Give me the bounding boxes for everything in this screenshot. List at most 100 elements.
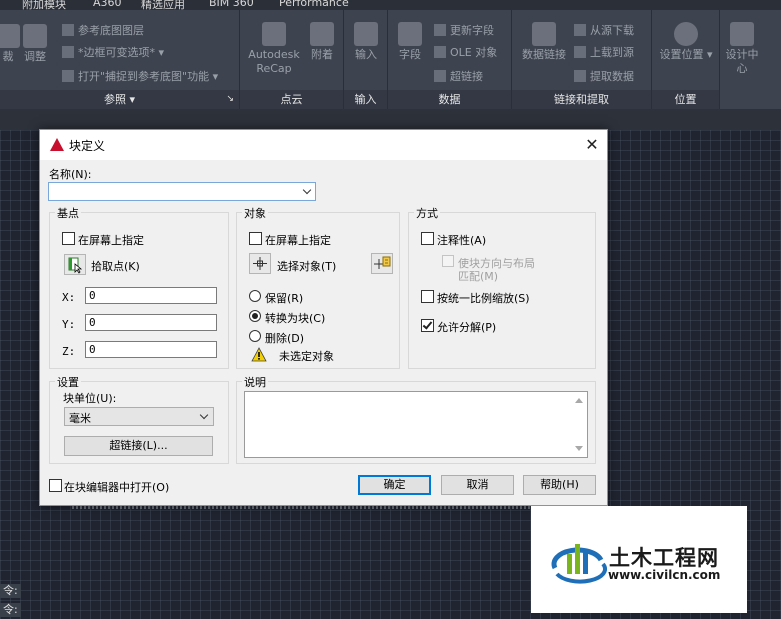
objects-group: 对象 在屏幕上指定 选择对象(T) 保留(R) 转换为块(C) 删除(D) 未选…	[236, 205, 400, 369]
dialog-title: 块定义	[69, 139, 106, 153]
delete-label: 删除(D)	[265, 332, 305, 345]
convert-to-block-radio[interactable]	[249, 310, 261, 322]
z-coordinate-input[interactable]: 0	[85, 341, 217, 358]
menu-item-a360[interactable]: A360	[93, 0, 122, 9]
attach-icon	[310, 22, 334, 46]
watermark-url: www.civilcn.com	[608, 568, 721, 582]
objects-specify-on-screen-checkbox[interactable]	[249, 232, 262, 245]
convert-to-block-label: 转换为块(C)	[265, 312, 326, 325]
ribbon-hyperlink[interactable]: 超链接	[434, 68, 483, 84]
recap-icon	[262, 22, 286, 46]
base-point-title: 基点	[55, 205, 81, 221]
ribbon-panel-location: 设置位置 ▾ 位置	[652, 10, 720, 109]
ribbon-data-link-button[interactable]: 数据链接	[516, 22, 572, 62]
adjust-icon	[23, 24, 47, 48]
ribbon-panel-title-location[interactable]: 位置	[652, 90, 719, 109]
description-group: 说明	[236, 374, 596, 464]
no-objects-selected-warning: 未选定对象	[279, 350, 334, 363]
ribbon-snap-underlay[interactable]: 打开"捕捉到参考底图"功能 ▾	[62, 68, 218, 84]
ok-button[interactable]: 确定	[358, 475, 431, 495]
objects-title: 对象	[242, 205, 268, 221]
pick-point-button[interactable]	[64, 254, 86, 275]
dialog-titlebar[interactable]: 块定义 ✕	[40, 130, 607, 160]
chevron-down-icon[interactable]	[199, 410, 209, 420]
ribbon-upload-source[interactable]: 上载到源	[574, 44, 634, 60]
ribbon-field-button[interactable]: 字段	[390, 22, 430, 62]
ribbon-adjust-button[interactable]: 调整	[15, 24, 55, 64]
ribbon: 裁 调整 参考底图图层 *边框可变选项* ▾ 打开"捕捉到参考底图"功能 ▾ 参…	[0, 10, 781, 109]
scroll-down-icon[interactable]	[575, 446, 583, 451]
ribbon-recap-button[interactable]: Autodesk ReCap	[244, 22, 304, 76]
ribbon-panel-title-reference[interactable]: 参照 ▾ ↘	[0, 90, 239, 109]
menu-item-performance[interactable]: Performance	[279, 0, 349, 9]
scroll-up-icon[interactable]	[575, 398, 583, 403]
frame-icon	[62, 46, 74, 58]
x-coordinate-input[interactable]: 0	[85, 287, 217, 304]
command-history-line: 令:	[0, 584, 21, 598]
description-title: 说明	[242, 374, 268, 390]
select-objects-button[interactable]	[249, 253, 271, 274]
download-icon	[574, 24, 586, 36]
autocad-logo-icon	[50, 138, 64, 151]
block-definition-dialog: 块定义 ✕ 名称(N): 基点 在屏幕上指定 拾取点(K) X: 0 Y: 0 …	[39, 129, 608, 506]
retain-label: 保留(R)	[265, 292, 304, 305]
radio-selected-dot	[252, 313, 258, 319]
checkmark-icon	[422, 319, 433, 330]
ribbon-ole-object[interactable]: OLE 对象	[434, 44, 497, 60]
menu-bar: 附加模块 A360 精选应用 BIM 360 Performance	[0, 0, 781, 10]
ribbon-panel-import: 输入 输入	[344, 10, 388, 109]
data-link-icon	[532, 22, 556, 46]
ribbon-panel-palettes: 设计中心	[720, 10, 781, 109]
import-icon	[354, 22, 378, 46]
x-label: X:	[62, 291, 76, 304]
ribbon-panel-title-link-extract[interactable]: 链接和提取	[512, 90, 651, 109]
globe-icon	[674, 22, 698, 46]
close-icon[interactable]: ✕	[582, 135, 602, 155]
field-icon	[398, 22, 422, 46]
menu-item-bim360[interactable]: BIM 360	[209, 0, 254, 9]
scale-uniformly-label: 按统一比例缩放(S)	[437, 292, 530, 305]
pick-point-label: 拾取点(K)	[91, 260, 140, 273]
delete-radio[interactable]	[249, 330, 261, 342]
name-combobox[interactable]	[48, 182, 316, 201]
base-specify-on-screen-checkbox[interactable]	[62, 232, 75, 245]
menu-item-featured-apps[interactable]: 精选应用	[141, 0, 185, 10]
block-unit-select[interactable]: 毫米	[64, 407, 214, 426]
match-orientation-checkbox[interactable]	[442, 255, 454, 267]
y-coordinate-input[interactable]: 0	[85, 314, 217, 331]
block-unit-value: 毫米	[69, 412, 91, 425]
ribbon-underlay-layers[interactable]: 参考底图图层	[62, 22, 144, 38]
chevron-down-icon[interactable]	[302, 185, 312, 195]
snap-icon	[62, 70, 74, 82]
cancel-button[interactable]: 取消	[441, 475, 514, 495]
ribbon-panel-title-import[interactable]: 输入	[344, 90, 387, 109]
ribbon-design-center-button[interactable]: 设计中心	[724, 22, 760, 76]
description-textarea[interactable]	[244, 391, 588, 458]
quick-select-button[interactable]	[371, 253, 393, 274]
allow-exploding-checkbox[interactable]	[421, 319, 434, 332]
behavior-group: 方式 注释性(A) 使块方向与布局 匹配(M) 按统一比例缩放(S) 允许分解(…	[408, 205, 596, 369]
ribbon-update-fields[interactable]: 更新字段	[434, 22, 494, 38]
ribbon-frame-variable[interactable]: *边框可变选项* ▾	[62, 44, 164, 60]
match-orientation-label-2: 匹配(M)	[458, 270, 499, 283]
ribbon-import-button[interactable]: 输入	[346, 22, 386, 62]
ribbon-extract-data[interactable]: 提取数据	[574, 68, 634, 84]
hyperlink-button[interactable]: 超链接(L)...	[64, 436, 213, 456]
extract-icon	[574, 70, 586, 82]
base-point-group: 基点 在屏幕上指定 拾取点(K) X: 0 Y: 0 Z: 0	[49, 205, 229, 369]
help-button[interactable]: 帮助(H)	[523, 475, 596, 495]
annotative-checkbox[interactable]	[421, 232, 434, 245]
retain-radio[interactable]	[249, 290, 261, 302]
ribbon-panel-title-data[interactable]: 数据	[388, 90, 511, 109]
ribbon-panel-title-pointcloud[interactable]: 点云	[240, 90, 343, 109]
scale-uniformly-checkbox[interactable]	[421, 290, 434, 303]
update-fields-icon	[434, 24, 446, 36]
ribbon-panel-pointcloud: Autodesk ReCap 附着 点云	[240, 10, 344, 109]
ribbon-set-location-button[interactable]: 设置位置 ▾	[658, 22, 714, 62]
hyperlink-icon	[434, 70, 446, 82]
ribbon-panel-reference: 裁 调整 参考底图图层 *边框可变选项* ▾ 打开"捕捉到参考底图"功能 ▾ 参…	[0, 10, 240, 109]
open-in-block-editor-checkbox[interactable]	[49, 479, 62, 492]
ribbon-download-source[interactable]: 从源下载	[574, 22, 634, 38]
ribbon-attach-button[interactable]: 附着	[302, 22, 342, 62]
menu-item-addins[interactable]: 附加模块	[22, 0, 66, 10]
